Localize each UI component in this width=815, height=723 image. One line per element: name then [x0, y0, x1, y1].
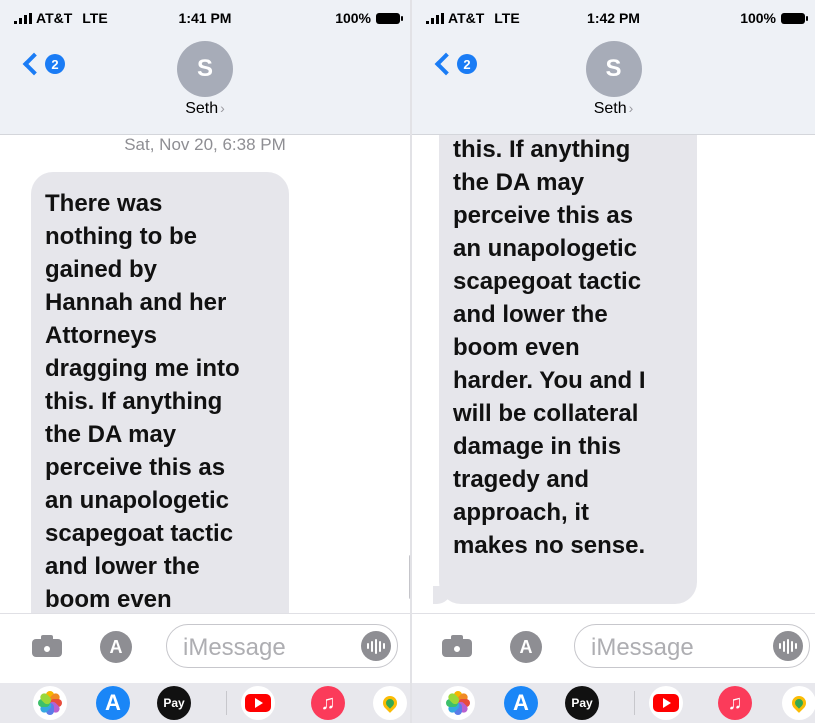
message-line: perceive this as	[453, 202, 634, 229]
screenshot-right: AT&T LTE 1:42 PM 100% 2 S Seth› dragging…	[412, 0, 815, 723]
strip-divider	[226, 691, 227, 715]
message-line: and lower the	[453, 301, 608, 328]
message-line: this. If anything	[453, 136, 631, 163]
chevron-right-icon: ›	[220, 100, 225, 116]
contact-avatar[interactable]: S	[585, 41, 642, 97]
message-line: the DA may	[453, 169, 585, 196]
contact-name-button[interactable]: Seth ›	[0, 100, 410, 118]
youtube-icon[interactable]	[649, 686, 683, 720]
music-icon[interactable]: ♫	[311, 686, 345, 720]
message-line: an unapologetic	[453, 235, 638, 262]
photos-icon[interactable]	[33, 686, 67, 720]
battery-status: 100%	[335, 10, 403, 26]
maps-icon[interactable]	[782, 686, 815, 720]
message-line: scapegoat tactic	[453, 268, 642, 295]
youtube-icon[interactable]	[241, 686, 275, 720]
message-line: harder. You and I	[453, 367, 646, 394]
battery-icon	[781, 12, 808, 24]
contact-name: Seth	[593, 100, 627, 117]
message-line: and lower the	[45, 553, 200, 580]
battery-icon	[376, 12, 403, 24]
message-line: damage in this	[453, 433, 622, 460]
message-input-bar: A iMessage	[412, 613, 815, 684]
camera-button[interactable]	[442, 635, 472, 657]
message-line: gained by	[45, 256, 158, 283]
app-drawer-button[interactable]: A	[510, 631, 542, 663]
apple-pay-icon[interactable]: Pay	[565, 686, 599, 720]
back-button[interactable]: 2	[434, 52, 477, 76]
unread-badge: 2	[45, 54, 65, 74]
message-line: scapegoat tactic	[45, 520, 234, 547]
back-button[interactable]: 2	[22, 52, 65, 76]
imessage-placeholder: iMessage	[183, 634, 286, 661]
strip-divider	[634, 691, 635, 715]
message-line: approach, it	[453, 499, 590, 526]
screenshot-left: AT&T LTE 1:41 PM 100% 2 S Seth › Sat, Nov…	[0, 0, 410, 723]
message-line: tragedy and	[453, 466, 590, 493]
conversation-header: AT&T LTE 1:41 PM 100% 2 S Seth ›	[0, 0, 410, 135]
app-drawer-button[interactable]: A	[100, 631, 132, 663]
apple-pay-icon[interactable]: Pay	[157, 686, 191, 720]
battery-percent: 100%	[740, 10, 776, 26]
app-store-icon[interactable]: A	[504, 686, 538, 720]
message-line: Hannah and her	[45, 289, 227, 316]
apple-pay-label: Pay	[571, 696, 593, 710]
message-line: makes no sense.	[453, 532, 646, 559]
message-text: There was nothing to be gained by Hannah an…	[45, 187, 275, 616]
message-line: an unapologetic	[45, 487, 230, 514]
app-store-icon[interactable]: A	[96, 686, 130, 720]
unread-badge: 2	[457, 54, 477, 74]
message-line: dragging me into	[45, 355, 240, 382]
camera-button[interactable]	[32, 635, 62, 657]
chevron-right-icon: ›	[628, 100, 634, 116]
message-bubble[interactable]: dragging me intothis. If anythingthe DA …	[433, 103, 697, 604]
app-strip: A Pay ♫	[412, 683, 815, 723]
imessage-input[interactable]: iMessage	[166, 624, 398, 668]
chevron-left-icon	[22, 52, 46, 76]
audio-message-button[interactable]	[361, 631, 391, 661]
apple-pay-label: Pay	[163, 696, 185, 710]
audio-message-button[interactable]	[773, 631, 803, 661]
contact-name-button[interactable]: Seth ›	[412, 100, 815, 118]
music-icon[interactable]: ♫	[718, 686, 752, 720]
chevron-left-icon	[434, 52, 458, 76]
message-text: dragging me intothis. If anythingthe DA …	[453, 100, 683, 562]
app-store-icon: A	[109, 636, 123, 657]
message-line: the DA may	[45, 421, 177, 448]
message-line: boom even	[453, 334, 580, 361]
bubble-tail	[433, 586, 451, 604]
contact-avatar[interactable]: S	[177, 41, 233, 97]
message-line: will be collateral	[453, 400, 639, 427]
scroll-indicator	[409, 555, 410, 599]
message-line: perceive this as	[45, 454, 226, 481]
contact-name: Seth	[185, 100, 219, 117]
message-line: Attorneys	[45, 322, 158, 349]
imessage-placeholder: iMessage	[591, 634, 694, 661]
imessage-input[interactable]: iMessage	[574, 624, 810, 668]
maps-icon[interactable]	[373, 686, 407, 720]
app-strip: A Pay ♫	[0, 683, 410, 723]
message-timestamp: Sat, Nov 20, 6:38 PM	[124, 135, 286, 154]
message-line: boom even	[45, 586, 172, 613]
message-input-bar: A iMessage	[0, 613, 410, 684]
photos-icon[interactable]	[441, 686, 475, 720]
battery-status: 100%	[740, 10, 808, 26]
message-line: There was	[45, 190, 163, 217]
message-line: nothing to be	[45, 223, 197, 250]
message-line: this. If anything	[45, 388, 223, 415]
conversation-header: AT&T LTE 1:42 PM 100% 2 S Seth ›	[412, 0, 815, 135]
app-store-icon: A	[519, 636, 533, 657]
battery-percent: 100%	[335, 10, 371, 26]
